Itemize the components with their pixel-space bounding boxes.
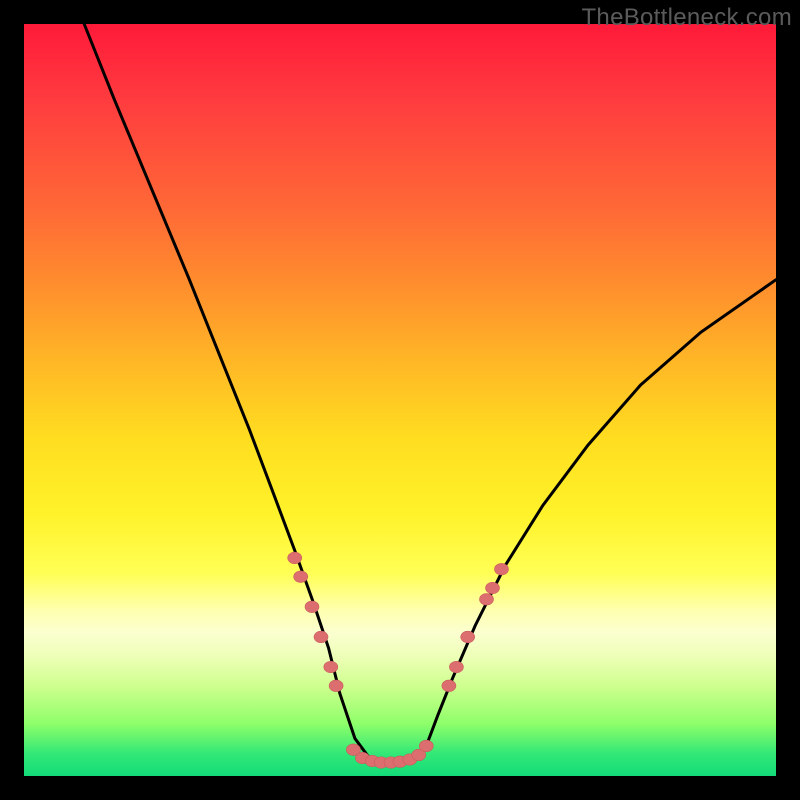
curve-marker	[486, 582, 500, 593]
curve-marker	[442, 680, 456, 691]
curve-marker	[288, 552, 302, 563]
curve-marker	[324, 661, 338, 672]
curve-marker	[329, 680, 343, 691]
bottleneck-curve	[84, 24, 776, 763]
curve-markers	[288, 552, 509, 768]
watermark-text: TheBottleneck.com	[581, 4, 792, 32]
curve-marker	[480, 594, 494, 605]
curve-marker	[314, 631, 328, 642]
curve-marker	[294, 571, 308, 582]
curve-marker	[495, 563, 509, 574]
curve-marker	[419, 740, 433, 751]
plot-area	[24, 24, 776, 776]
curve-marker	[461, 631, 475, 642]
curve-marker	[305, 601, 319, 612]
bottleneck-curve-svg	[24, 24, 776, 776]
curve-marker	[449, 661, 463, 672]
chart-frame: TheBottleneck.com	[0, 0, 800, 800]
